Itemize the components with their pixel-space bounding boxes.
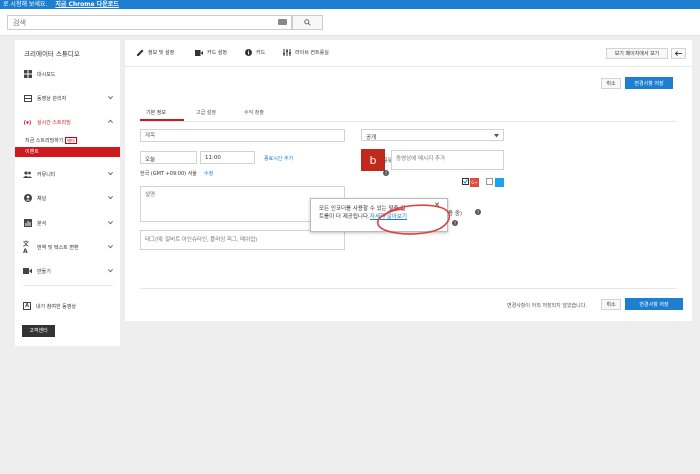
video-camera-icon [23,267,32,276]
back-button[interactable] [671,48,686,59]
search-button[interactable] [292,15,323,30]
add-end-time-link[interactable]: 종료시간 추가 [264,155,293,162]
privacy-select[interactable]: 공개 [361,129,504,141]
sidebar: 크리에이터 스튜디오 대시보드 동영상 관리자 실시간 스트리밍 지금 스트리밍… [15,40,120,346]
sidebar-item-video-manager[interactable]: 동영상 관리자 [23,92,115,104]
date-field[interactable]: 오늘 [140,151,197,164]
sidebar-item-label: 채널 [37,195,47,202]
tab-basic-info[interactable]: 기본 정보 [146,109,166,116]
translate-icon: 文A [23,241,30,255]
sidebar-title: 크리에이터 스튜디오 [24,50,80,58]
save-changes-button-top[interactable]: 변경사항 저장 [625,77,673,89]
timezone-label: 한국 (GMT +09:00) 서울 [140,171,197,177]
search-icon [304,19,311,26]
browser-banner: 로 시청해 보세요. 지금 Chrome 다운로드 [0,0,700,9]
chevron-up-icon [108,119,113,124]
twitter-checkbox[interactable] [486,178,493,185]
sidebar-item-community[interactable]: 커뮤니티 [23,168,115,180]
search-bar [0,9,700,36]
save-changes-button-bottom[interactable]: 변경사항 저장 [625,298,683,310]
cancel-button-top[interactable]: 취소 [601,78,621,89]
video-manager-icon [23,94,32,103]
tabs-divider [140,121,677,122]
sidebar-item-label: 분석 [37,220,47,227]
sidebar-divider [23,285,113,286]
sidebar-item-label: 번역 및 텍스트 변환 [37,244,79,251]
tab-monetization[interactable]: 수익 창출 [244,109,264,116]
twitter-icon[interactable] [495,178,504,187]
help-center-button[interactable]: 고객센터 [22,325,55,337]
sidebar-item-translations[interactable]: 文A 번역 및 텍스트 변환 [23,241,115,255]
sidebar-item-dashboard[interactable]: 대시보드 [23,68,115,80]
tab-advanced-settings[interactable]: 고급 설정 [196,109,216,116]
share-checkbox[interactable] [462,178,469,185]
toolbar-label: 라이브 컨트롤실 [295,50,329,56]
sidebar-item-label: 실시간 스트리밍 [37,119,71,126]
chevron-down-icon [108,95,113,100]
chevron-down-icon [108,171,113,176]
dashboard-icon [23,70,32,79]
avatar-badge: b [361,149,385,171]
equalizer-icon [283,49,291,56]
tab-info-settings[interactable]: 정보 및 설정 [137,49,174,56]
unsaved-changes-note: 변경사항이 아직 저장되지 않았습니다. [507,303,587,309]
tab-cards[interactable]: 카드 [245,49,265,56]
contributions-icon: A [23,302,31,310]
toolbar-label: 카드 [256,50,266,56]
help-icon[interactable]: ? [383,170,389,176]
privacy-value: 공개 [366,135,377,141]
dropdown-arrow-icon [494,134,499,138]
keyboard-icon[interactable] [278,19,287,25]
info-icon [245,49,252,56]
chrome-download-link[interactable]: 지금 Chrome 다운로드 [55,1,118,8]
toolbar-label: 정보 및 설정 [148,50,175,56]
sidebar-item-label: 내가 참여한 동영상 [36,303,76,310]
timezone-edit-link[interactable]: 수정 [204,170,213,177]
sidebar-item-live-streaming[interactable]: 실시간 스트리밍 [23,116,115,128]
title-input[interactable] [140,129,345,142]
share-message-textarea[interactable] [391,150,504,170]
chevron-down-icon [108,244,113,249]
tab-live-control-room[interactable]: 라이브 컨트롤실 [283,49,329,56]
sidebar-item-create[interactable]: 만들기 [23,265,115,277]
sidebar-sub-events[interactable]: 이벤트 [15,147,120,157]
sidebar-item-label: 커뮤니티 [37,171,56,178]
popup-text: 트롤이 더 제공됩니다. [319,214,370,220]
sidebar-item-analytics[interactable]: 분석 [23,217,115,229]
footer-divider [140,288,677,289]
sidebar-item-label: 만들기 [37,268,51,275]
sidebar-sub-stream-now[interactable]: 지금 스트리밍하기 베타 [25,137,77,144]
back-arrow-icon [675,51,682,56]
google-plus-icon[interactable]: G+ [470,178,479,187]
sub-item-label: 지금 스트리밍하기 [25,138,64,144]
checkmark-icon [463,179,468,184]
search-input[interactable] [7,15,292,30]
sidebar-item-contributions[interactable]: A 내가 참여한 동영상 [23,300,115,312]
tab-cards-setup[interactable]: 카드 설정 [195,49,227,56]
chevron-down-icon [108,195,113,200]
view-on-watch-page-button[interactable]: 보기 페이지에서 보기 [606,48,668,59]
beta-badge: 베타 [65,137,77,144]
account-icon [23,194,32,203]
toolbar-divider [125,66,692,67]
toolbar-label: 카드 설정 [207,50,227,56]
chevron-down-icon [108,268,113,273]
time-field[interactable]: 11:00 [200,151,255,164]
sidebar-item-label: 대시보드 [37,71,56,78]
camera-icon [195,49,203,56]
sidebar-item-label: 동영상 관리자 [37,95,67,102]
bar-chart-icon [23,219,32,228]
people-icon [23,170,32,179]
help-icon[interactable]: ? [475,209,481,215]
pencil-icon [137,49,144,56]
live-broadcast-icon [23,118,32,127]
tags-input[interactable] [140,230,345,250]
main-panel: 정보 및 설정 카드 설정 카드 라이브 컨트롤실 보기 페이지에서 보기 취소… [125,40,692,321]
sidebar-item-channel[interactable]: 채널 [23,192,115,204]
banner-text: 로 시청해 보세요. [3,1,48,8]
chevron-down-icon [108,220,113,225]
annotation-circle [377,204,451,235]
cancel-button-bottom[interactable]: 취소 [601,299,621,310]
